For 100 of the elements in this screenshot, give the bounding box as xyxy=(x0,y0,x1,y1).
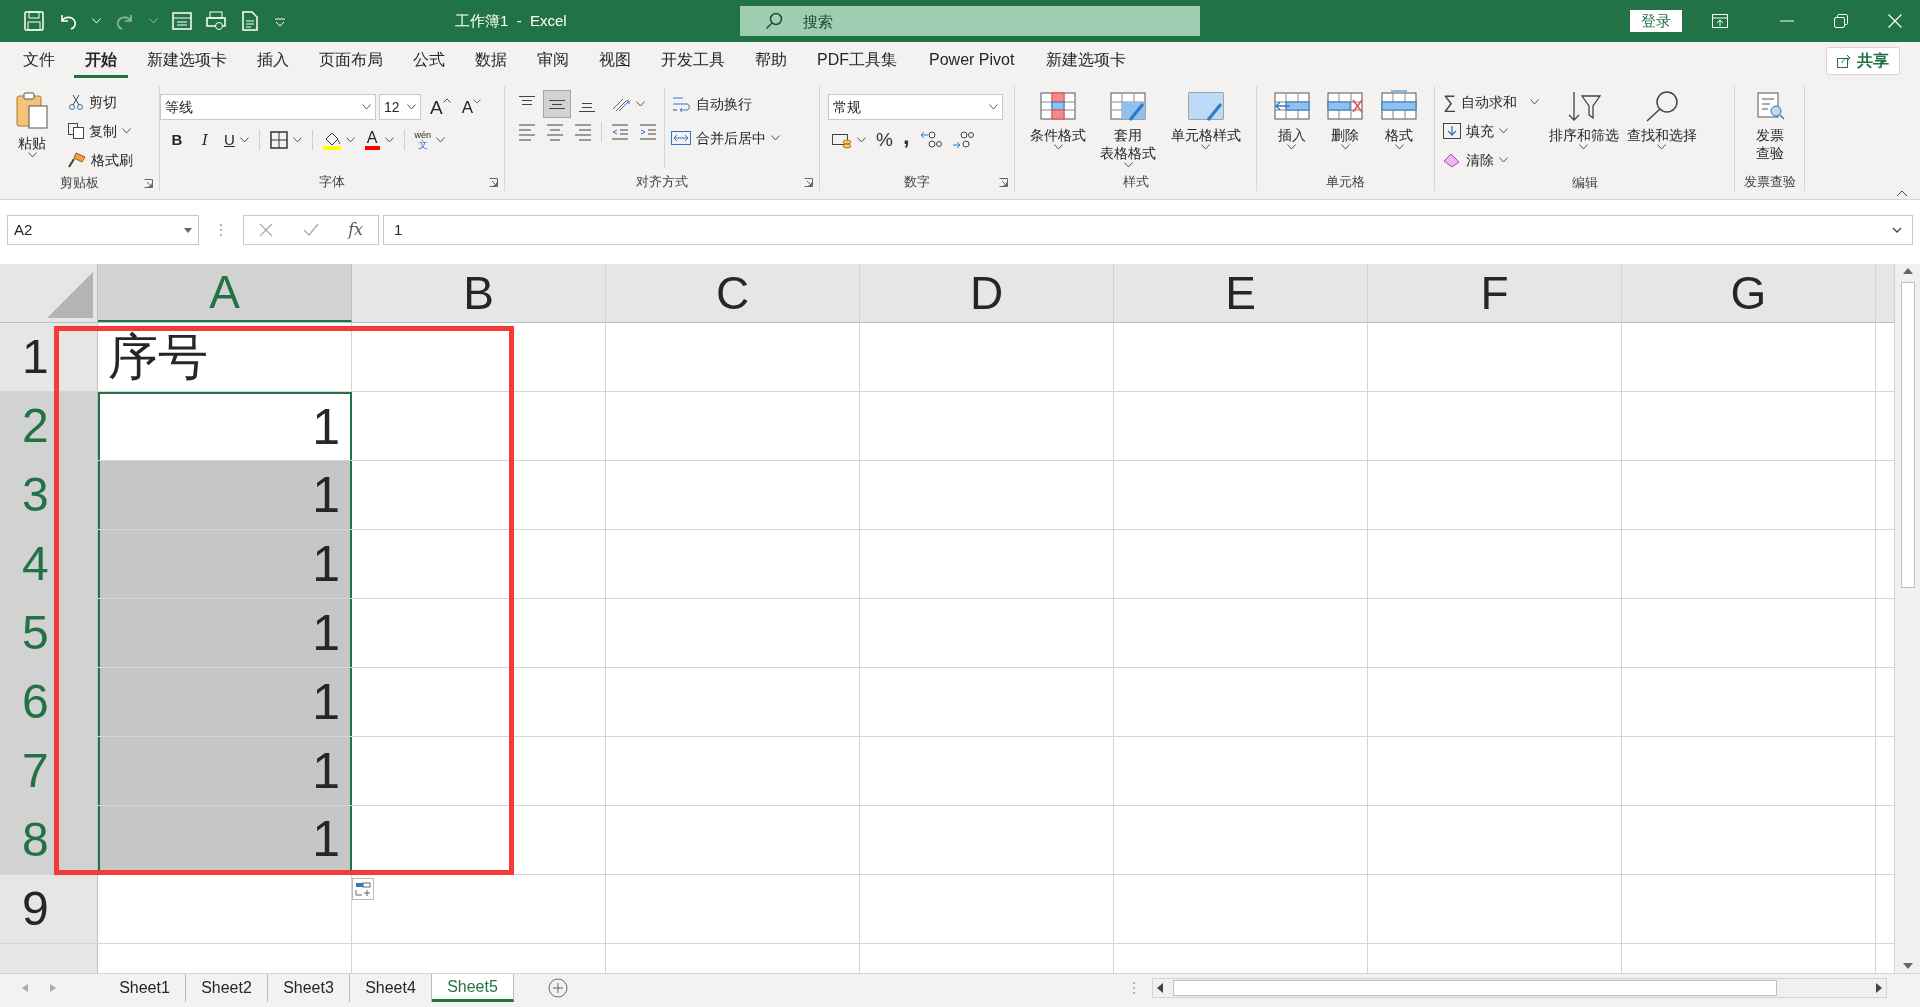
ribbon-button[interactable]: 套用 表格格式 xyxy=(1100,88,1157,173)
share-button[interactable]: 共享 xyxy=(1826,47,1900,75)
bold-button[interactable]: B xyxy=(168,128,186,152)
italic-button[interactable]: I xyxy=(196,128,214,152)
add-sheet-icon[interactable] xyxy=(548,978,568,998)
ribbon-display-icon[interactable] xyxy=(1712,14,1728,28)
vertical-align-button[interactable] xyxy=(543,90,571,118)
autosum-button[interactable]: ∑ 自动求和 xyxy=(1443,88,1539,116)
collapse-ribbon-icon[interactable] xyxy=(1896,189,1908,197)
dialog-launcher-icon[interactable] xyxy=(489,177,498,187)
table-cell[interactable]: 1 xyxy=(98,530,352,598)
ribbon-button[interactable]: 条件格式 xyxy=(1030,88,1087,173)
table-cell[interactable]: 1 xyxy=(98,668,352,736)
menu-tab[interactable]: PDF工具集 xyxy=(806,44,908,78)
menu-tab[interactable]: 开发工具 xyxy=(650,44,736,78)
grow-font-button[interactable]: A xyxy=(430,97,451,117)
dialog-launcher-icon[interactable] xyxy=(804,177,813,187)
ribbon-button[interactable]: 剪切 xyxy=(68,88,133,116)
row-header[interactable]: 2 xyxy=(0,392,98,460)
column-header[interactable]: D xyxy=(860,264,1114,322)
column-header[interactable]: C xyxy=(606,264,860,322)
ribbon-button[interactable]: 插入 xyxy=(1273,88,1310,173)
table-cell[interactable]: 1 xyxy=(98,737,352,805)
row-header[interactable]: 7 xyxy=(0,737,98,805)
menu-tab[interactable]: 页面布局 xyxy=(308,44,394,78)
vertical-scrollbar[interactable] xyxy=(1894,264,1920,973)
close-icon[interactable] xyxy=(1888,14,1902,28)
dialog-launcher-icon[interactable] xyxy=(144,178,153,188)
menu-tab[interactable]: 新建选项卡 xyxy=(136,44,238,78)
scroll-up-icon[interactable] xyxy=(1902,268,1913,274)
ribbon-button[interactable]: 删除 xyxy=(1327,88,1364,173)
menu-tab[interactable]: 公式 xyxy=(402,44,456,78)
sheet-tab[interactable]: Sheet5 xyxy=(432,974,514,1002)
save-icon[interactable] xyxy=(24,11,44,31)
ribbon-button[interactable]: 发票 查验 xyxy=(1753,88,1786,173)
comma-button[interactable]: , xyxy=(902,131,910,150)
row-header[interactable]: 5 xyxy=(0,599,98,667)
column-header[interactable]: G xyxy=(1622,264,1876,322)
menu-tab[interactable]: 新建选项卡 xyxy=(1035,44,1138,78)
ribbon-button[interactable]: 格式刷 xyxy=(68,146,133,174)
row-header[interactable]: 8 xyxy=(0,806,98,874)
shrink-font-button[interactable]: A xyxy=(461,98,482,116)
name-box[interactable]: A2 xyxy=(7,215,199,245)
row-header[interactable]: 6 xyxy=(0,668,98,736)
row-header[interactable]: 9 xyxy=(0,875,98,943)
dialog-launcher-icon[interactable] xyxy=(999,177,1008,187)
ribbon-button[interactable]: 复制 xyxy=(68,117,133,145)
ribbon-button[interactable]: 粘贴 xyxy=(8,88,56,174)
underline-button[interactable]: U xyxy=(224,128,249,152)
ribbon-button[interactable]: 自动换行 xyxy=(671,90,780,118)
row-header[interactable]: 3 xyxy=(0,461,98,529)
font-name-dropdown[interactable]: 等线 xyxy=(160,94,376,120)
percent-button[interactable]: % xyxy=(876,126,893,155)
table-cell[interactable]: 1 xyxy=(98,392,352,460)
row-header[interactable]: 4 xyxy=(0,530,98,598)
ribbon-button[interactable]: 单元格样式 xyxy=(1170,88,1241,173)
formula-input[interactable]: 1 xyxy=(383,215,1913,245)
print-preview-icon[interactable] xyxy=(206,11,226,31)
table-cell[interactable]: 1 xyxy=(98,461,352,529)
menu-tab[interactable]: 数据 xyxy=(464,44,518,78)
scroll-right-icon[interactable] xyxy=(1876,983,1882,993)
ribbon-button[interactable]: 排序和筛选 xyxy=(1548,88,1619,174)
document-icon[interactable] xyxy=(240,11,260,31)
column-header[interactable]: F xyxy=(1368,264,1622,322)
menu-tab[interactable]: 插入 xyxy=(246,44,300,78)
scroll-down-icon[interactable] xyxy=(1902,963,1913,969)
insert-function-button[interactable]: fx xyxy=(348,218,364,242)
ribbon-button[interactable]: 查找和选择 xyxy=(1626,88,1697,174)
column-header[interactable]: B xyxy=(352,264,606,322)
decrease-decimal-icon[interactable] xyxy=(951,130,974,151)
font-color-button[interactable]: A xyxy=(364,130,394,150)
phonetic-button[interactable]: wén 文 xyxy=(414,130,446,150)
menu-tab[interactable]: 文件 xyxy=(12,44,66,78)
scrollbar-thumb[interactable] xyxy=(1173,980,1777,996)
table-cell[interactable]: 1 xyxy=(98,599,352,667)
sheet-tab[interactable]: Sheet1 xyxy=(104,974,186,1002)
row-header[interactable]: 1 xyxy=(0,323,98,391)
column-header[interactable]: E xyxy=(1114,264,1368,322)
column-header[interactable]: A xyxy=(98,264,352,322)
sheet-tab[interactable]: Sheet2 xyxy=(186,974,268,1002)
increase-decimal-icon[interactable] xyxy=(919,130,942,151)
horizontal-scrollbar[interactable] xyxy=(1152,978,1887,998)
login-button[interactable]: 登录 xyxy=(1630,10,1682,32)
scrollbar-thumb[interactable] xyxy=(1900,282,1915,588)
worksheet-grid[interactable]: A B C D E F G 1 序号 2 1 3 1 4 1 5 1 6 1 7 1 8 1 9 xyxy=(0,264,1894,973)
scroll-left-icon[interactable] xyxy=(1157,983,1163,993)
restore-icon[interactable] xyxy=(1834,14,1848,28)
menu-tab[interactable]: 审阅 xyxy=(526,44,580,78)
quick-analysis-icon[interactable] xyxy=(352,878,374,900)
menu-tab[interactable]: 帮助 xyxy=(744,44,798,78)
form-icon[interactable] xyxy=(172,11,192,31)
menu-tab[interactable]: Power Pivot xyxy=(918,44,1026,78)
number-format-dropdown[interactable]: 常规 xyxy=(828,94,1003,120)
font-size-dropdown[interactable]: 12 xyxy=(379,94,421,120)
ribbon-button[interactable]: 格式 xyxy=(1381,88,1418,173)
search-field[interactable]: 搜索 xyxy=(740,6,1200,36)
ribbon-button[interactable]: 清除 xyxy=(1443,146,1539,174)
sheet-tab[interactable]: Sheet3 xyxy=(268,974,350,1002)
ribbon-button[interactable]: 填充 xyxy=(1443,117,1539,145)
customize-caret-icon[interactable] xyxy=(274,15,286,27)
